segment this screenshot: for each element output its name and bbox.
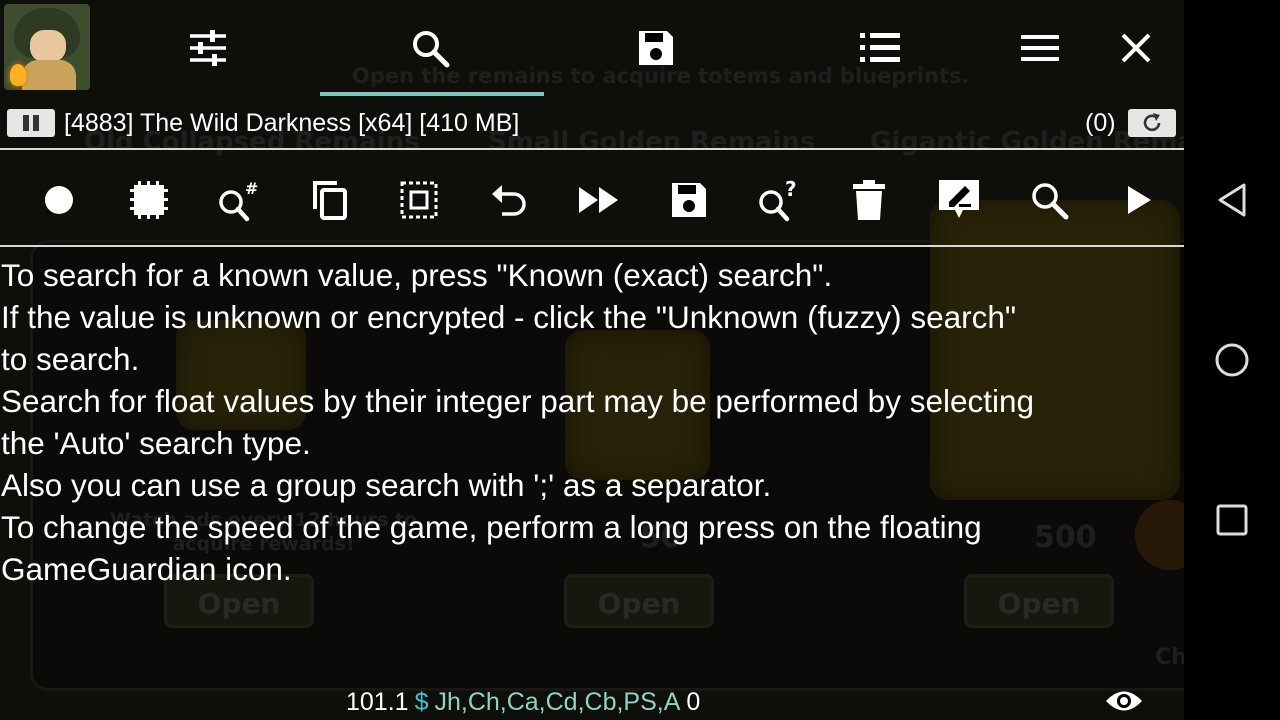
save-tab-icon[interactable] (626, 18, 686, 78)
status-dollar: $ (414, 688, 429, 716)
menu-icon[interactable] (1010, 18, 1070, 78)
search-tab-icon[interactable] (400, 18, 460, 78)
divider-bottom (0, 245, 1184, 247)
app-avatar-icon[interactable] (4, 4, 90, 90)
memory-range-icon[interactable] (122, 173, 176, 227)
active-tab-indicator (320, 92, 544, 96)
back-icon[interactable] (1212, 180, 1252, 220)
process-label[interactable]: [4883] The Wild Darkness [x64] [410 MB] (64, 106, 519, 140)
result-count: (0) (1085, 109, 1116, 137)
process-row: [4883] The Wild Darkness [x64] [410 MB] … (0, 104, 1184, 144)
eye-icon[interactable] (1104, 686, 1144, 716)
fuzzy-search-icon[interactable]: ? (752, 173, 806, 227)
svg-text:?: ? (785, 178, 797, 201)
refresh-icon (1143, 113, 1161, 132)
help-line: Also you can use a group search with ';'… (1, 467, 772, 503)
help-line: the 'Auto' search type. (1, 425, 311, 461)
record-icon[interactable] (32, 173, 86, 227)
status-bar: 101.1 $ Jh,Ch,Ca,Cd,Cb,PS,A 0 (346, 684, 700, 720)
refine-search-icon[interactable] (1022, 173, 1076, 227)
status-version: 101.1 (346, 688, 409, 716)
delete-icon[interactable] (842, 173, 896, 227)
help-line: To search for a known value, press "Know… (1, 257, 833, 293)
select-all-icon[interactable] (392, 173, 446, 227)
help-line: Search for float values by their integer… (1, 383, 1035, 419)
divider-top (0, 148, 1184, 150)
status-flags: Jh,Ch,Ca,Cd,Cb,PS,A (434, 688, 681, 716)
status-zero: 0 (686, 688, 701, 716)
help-line: GameGuardian icon. (1, 551, 292, 587)
settings-sliders-icon[interactable] (178, 18, 238, 78)
search-number-icon[interactable]: # (212, 173, 266, 227)
close-icon[interactable] (1106, 18, 1166, 78)
help-line: To change the speed of the game, perform… (1, 509, 982, 545)
help-line: If the value is unknown or encrypted - c… (1, 299, 1017, 335)
avatar-face (30, 30, 66, 62)
help-text: To search for a known value, press "Know… (1, 254, 1183, 590)
recents-icon[interactable] (1212, 500, 1252, 540)
edit-icon[interactable] (932, 173, 986, 227)
avatar-fire (10, 64, 26, 86)
undo-icon[interactable] (482, 173, 536, 227)
avatar-body (22, 60, 76, 90)
help-line: to search. (1, 341, 140, 377)
pause-button[interactable] (7, 109, 55, 137)
save-list-icon[interactable] (662, 173, 716, 227)
run-icon[interactable] (1112, 173, 1166, 227)
home-icon[interactable] (1212, 340, 1252, 380)
fast-forward-icon[interactable] (572, 173, 626, 227)
refresh-button[interactable] (1128, 109, 1176, 137)
android-nav-bar (1184, 0, 1280, 720)
copy-icon[interactable] (302, 173, 356, 227)
list-tab-icon[interactable] (850, 18, 910, 78)
svg-text:#: # (245, 179, 258, 198)
